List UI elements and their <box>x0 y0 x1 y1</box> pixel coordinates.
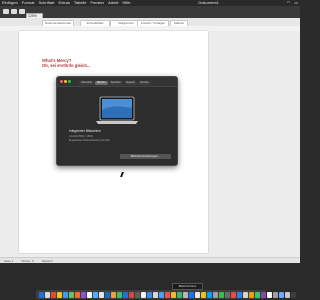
dock-app-icon[interactable] <box>255 291 260 298</box>
tab-overview[interactable]: Übersicht <box>79 81 94 85</box>
dock-app-icon[interactable] <box>159 291 164 298</box>
dock-app-icon[interactable] <box>279 291 284 298</box>
dock-app-icon[interactable] <box>129 291 134 298</box>
dock-app-icon[interactable] <box>183 291 188 298</box>
dock-app-icon[interactable] <box>201 291 206 298</box>
open-icon[interactable] <box>11 9 17 14</box>
dock-app-icon[interactable] <box>249 291 254 298</box>
dock-app-icon[interactable] <box>69 291 74 298</box>
dock-app-icon[interactable] <box>219 291 224 298</box>
dock-app-icon[interactable] <box>273 291 278 298</box>
dock-app-icon[interactable] <box>117 291 122 298</box>
dock-tooltip: Bildschirmfoto <box>172 283 203 290</box>
dock-app-icon[interactable] <box>261 291 266 298</box>
laptop-icon <box>96 96 138 124</box>
dock-app-icon[interactable] <box>93 291 98 298</box>
zoom-icon[interactable] <box>68 80 71 83</box>
dock-app-icon[interactable] <box>99 291 104 298</box>
minimize-icon[interactable] <box>64 80 67 83</box>
dock-app-icon[interactable] <box>123 291 128 298</box>
dock-app-icon[interactable] <box>267 291 272 298</box>
about-display-dialog: Übersicht Monitor Speicher Support Servi… <box>56 76 178 166</box>
dock-app-icon[interactable] <box>105 291 110 298</box>
dock-app-icon[interactable] <box>237 291 242 298</box>
dock-app-icon[interactable] <box>45 291 50 298</box>
dock-app-icon[interactable] <box>171 291 176 298</box>
save-icon[interactable] <box>19 9 25 14</box>
dock-app-icon[interactable] <box>177 291 182 298</box>
dock-app-icon[interactable] <box>153 291 158 298</box>
display-resolution: 13-Zoll (2560 × 1600) <box>69 135 93 138</box>
dock-app-icon[interactable] <box>39 291 44 298</box>
dock-app-icon[interactable] <box>87 291 92 298</box>
dock <box>36 290 296 299</box>
dock-app-icon[interactable] <box>75 291 80 298</box>
toolbar <box>0 6 300 18</box>
tab-storage[interactable]: Speicher <box>108 81 123 85</box>
dock-app-icon[interactable] <box>243 291 248 298</box>
dock-app-icon[interactable] <box>195 291 200 298</box>
dock-app-icon[interactable] <box>207 291 212 298</box>
dock-app-icon[interactable] <box>135 291 140 298</box>
dock-app-icon[interactable] <box>213 291 218 298</box>
new-document-icon[interactable] <box>3 9 9 14</box>
dock-app-icon[interactable] <box>165 291 170 298</box>
dock-app-icon[interactable] <box>285 291 290 298</box>
tab-support[interactable]: Support <box>123 81 137 85</box>
dock-app-icon[interactable] <box>63 291 68 298</box>
dock-app-icon[interactable] <box>189 291 194 298</box>
display-name: Integrierter Bildschirm <box>69 129 102 133</box>
dock-app-icon[interactable] <box>147 291 152 298</box>
dock-app-icon[interactable] <box>81 291 86 298</box>
tab-service[interactable]: Service <box>137 81 151 85</box>
document-line-2[interactable]: Oh, sei erst/Info gleich... <box>42 63 90 68</box>
dock-app-icon[interactable] <box>51 291 56 298</box>
display-settings-button[interactable]: Bildschirmeinstellungen... <box>120 154 171 159</box>
dialog-tabs: Übersicht Monitor Speicher Support Servi… <box>79 81 151 85</box>
dock-app-icon[interactable] <box>57 291 62 298</box>
dock-app-icon[interactable] <box>291 291 296 298</box>
close-icon[interactable] <box>60 80 63 83</box>
dock-app-icon[interactable] <box>111 291 116 298</box>
display-description: Eingebauter Retina-Monitor (13 Zoll) <box>69 139 110 142</box>
tab-display[interactable]: Monitor <box>94 81 108 85</box>
dock-app-icon[interactable] <box>141 291 146 298</box>
dock-app-icon[interactable] <box>225 291 230 298</box>
dock-app-icon[interactable] <box>231 291 236 298</box>
